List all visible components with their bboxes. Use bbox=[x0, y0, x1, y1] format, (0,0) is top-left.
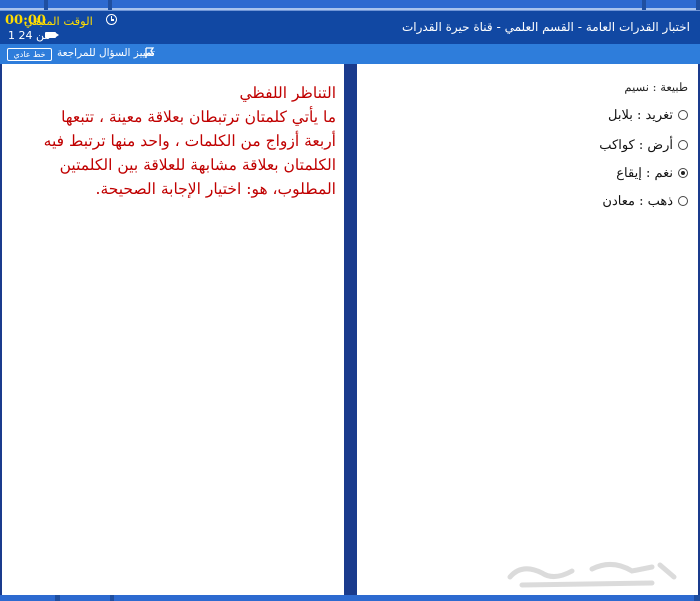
toolbar-tab-2[interactable] bbox=[48, 0, 108, 10]
bottom-toolbar-strip bbox=[0, 595, 700, 601]
option-label[interactable]: تغريد : بلابل bbox=[608, 108, 673, 123]
instructions-passage: التناظر اللفظي ما يأتي كلمتان ترتبطان بع… bbox=[16, 81, 336, 201]
radio-button[interactable] bbox=[678, 110, 688, 120]
top-toolbar-strip bbox=[0, 0, 700, 10]
passage-heading: التناظر اللفظي bbox=[239, 84, 336, 102]
watermark-logo bbox=[507, 562, 677, 588]
radio-button[interactable] bbox=[678, 196, 688, 206]
answer-option-3[interactable]: نغم : إيقاع bbox=[488, 163, 688, 183]
bottom-tab-2[interactable] bbox=[60, 595, 110, 601]
passage-line: المطلوب، هو: اختيار الإجابة الصحيحة. bbox=[95, 180, 336, 198]
clock-icon bbox=[106, 14, 117, 25]
bottom-tab-3[interactable] bbox=[114, 595, 694, 601]
mark-for-review-label[interactable]: تمييز السؤال للمراجعة bbox=[57, 47, 155, 59]
toolbar-tab-1[interactable] bbox=[0, 0, 44, 10]
answer-option-2[interactable]: أرض : كواكب bbox=[488, 135, 688, 155]
toolbar-tab-4[interactable] bbox=[646, 0, 696, 10]
question-area: التناظر اللفظي ما يأتي كلمتان ترتبطان بع… bbox=[0, 64, 700, 595]
timer-value: 00:00 bbox=[5, 13, 46, 28]
radio-button[interactable] bbox=[678, 140, 688, 150]
exam-header: اختبار القدرات العامة - القسم العلمي - ق… bbox=[0, 10, 700, 44]
question-counter: 1 من 24 bbox=[8, 29, 51, 42]
exam-title: اختبار القدرات العامة - القسم العلمي - ق… bbox=[402, 20, 690, 34]
radio-button-selected[interactable] bbox=[678, 168, 688, 178]
option-label[interactable]: ذهب : معادن bbox=[602, 194, 673, 209]
review-bar: تمييز السؤال للمراجعة خط عادي bbox=[0, 44, 700, 64]
question-stem: طبيعة : نسيم bbox=[624, 80, 688, 94]
pane-divider[interactable] bbox=[344, 64, 357, 595]
option-label[interactable]: نغم : إيقاع bbox=[616, 166, 673, 181]
passage-line: الكلمتان بعلاقة مشابهة للعلاقة بين الكلم… bbox=[59, 156, 336, 174]
passage-line: ما يأتي كلمتان ترتبطان بعلاقة معينة ، تت… bbox=[61, 108, 336, 126]
left-border bbox=[0, 64, 2, 595]
toolbar-tab-3[interactable] bbox=[112, 0, 642, 10]
passage-line: أربعة أزواج من الكلمات ، واحد منها ترتبط… bbox=[43, 132, 336, 150]
font-style-button[interactable]: خط عادي bbox=[7, 48, 52, 61]
answer-option-4[interactable]: ذهب : معادن bbox=[488, 191, 688, 211]
camera-icon bbox=[45, 32, 59, 38]
answer-option-1[interactable]: تغريد : بلابل bbox=[488, 105, 688, 125]
bottom-tab-1[interactable] bbox=[0, 595, 55, 601]
option-label[interactable]: أرض : كواكب bbox=[599, 138, 673, 153]
